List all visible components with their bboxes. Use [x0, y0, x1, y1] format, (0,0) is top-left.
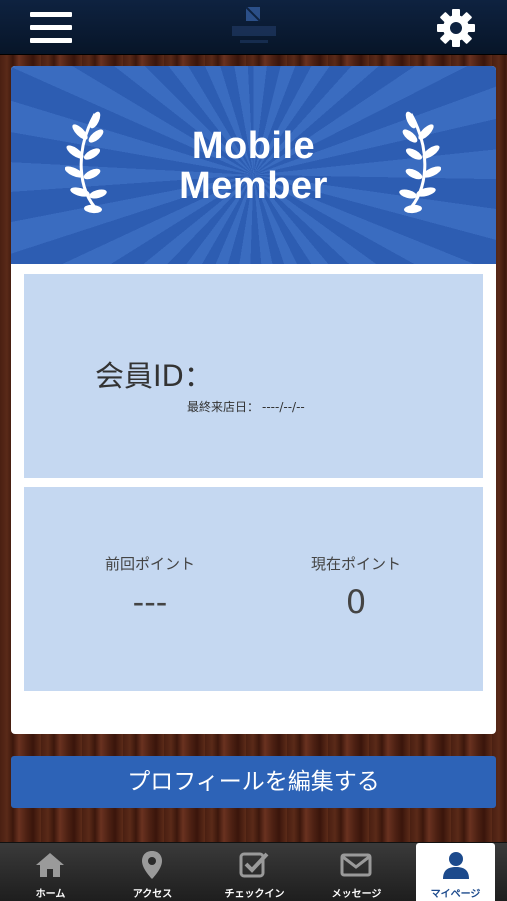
envelope-icon: [340, 853, 372, 877]
last-visit: 最終来店日： ----/--/--: [187, 398, 305, 415]
menu-button[interactable]: [30, 10, 74, 46]
current-points-label: 現在ポイント: [310, 555, 401, 573]
previous-points-value: ---: [132, 583, 168, 621]
store-logo: [232, 6, 276, 43]
nav-label-access: アクセス: [132, 889, 173, 900]
nav-item-access[interactable]: アクセス: [102, 843, 203, 901]
nav-item-mypage[interactable]: マイページ: [416, 843, 495, 901]
nav-item-message[interactable]: メッセージ: [306, 843, 407, 901]
hamburger-menu-icon-bar: [30, 38, 72, 43]
edit-profile-button[interactable]: プロフィールを編集する: [11, 756, 496, 808]
points-panel: 前回ポイント --- 現在ポイント 0: [24, 487, 483, 691]
nav-label-checkin: チェックイン: [224, 889, 285, 900]
app-header: [0, 0, 507, 55]
previous-points-label: 前回ポイント: [104, 555, 195, 573]
nav-item-checkin[interactable]: チェックイン: [204, 843, 305, 901]
bottom-nav: ホーム アクセス チェックイン メッセージ マイページ: [0, 842, 507, 901]
member-banner: Mobile Member: [11, 66, 496, 264]
hamburger-menu-icon-bar: [30, 25, 72, 30]
last-visit-label: 最終来店日：: [187, 400, 260, 414]
member-card: Mobile Member 会員ID： 最終来店日： ----/--/-- 前回…: [11, 66, 496, 734]
current-points-value: 0: [345, 583, 367, 621]
nav-item-home[interactable]: ホーム: [0, 843, 101, 901]
laurel-right-icon: [399, 111, 441, 214]
home-icon: [36, 853, 64, 877]
gear-icon[interactable]: [436, 8, 476, 48]
checkbox-icon: [239, 852, 269, 878]
map-pin-icon: [142, 851, 162, 879]
hamburger-menu-icon: [30, 12, 72, 17]
last-visit-value: ----/--/--: [262, 400, 305, 414]
nav-label-mypage: マイページ: [430, 889, 481, 900]
nav-label-home: ホーム: [35, 889, 66, 900]
nav-label-message: メッセージ: [331, 889, 382, 900]
member-id-label: 会員ID：: [95, 359, 213, 393]
user-icon: [443, 852, 469, 879]
member-id-panel: 会員ID： 最終来店日： ----/--/--: [24, 274, 483, 478]
